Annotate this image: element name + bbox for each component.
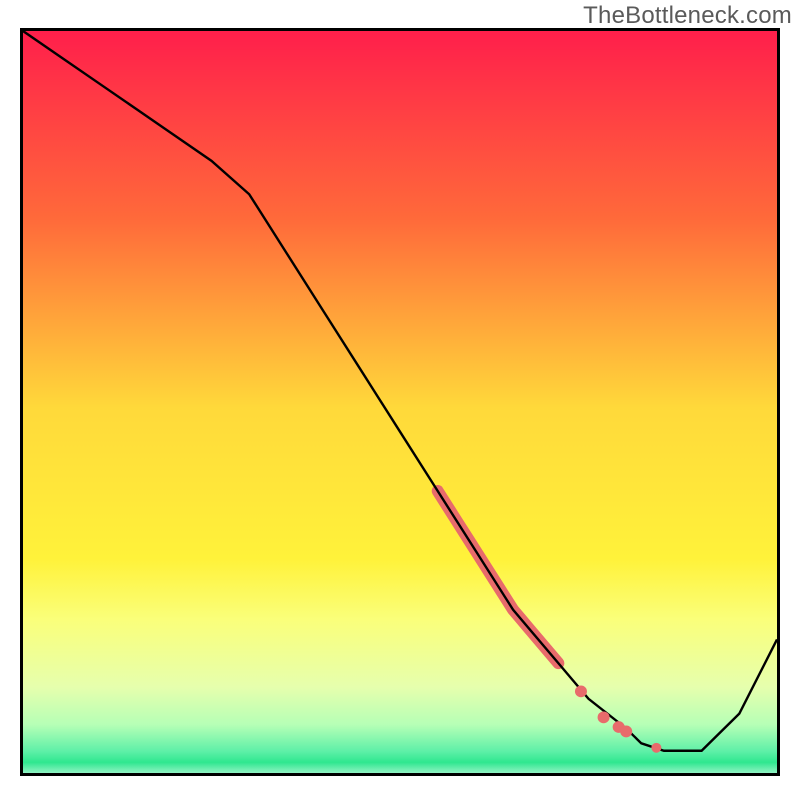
plot-area <box>20 28 780 776</box>
main-curve <box>23 31 777 751</box>
curve-layer <box>23 31 777 773</box>
highlight-segment <box>438 491 559 663</box>
highlight-dots <box>575 685 661 752</box>
chart-container: TheBottleneck.com <box>0 0 800 800</box>
watermark-text: TheBottleneck.com <box>583 2 792 30</box>
